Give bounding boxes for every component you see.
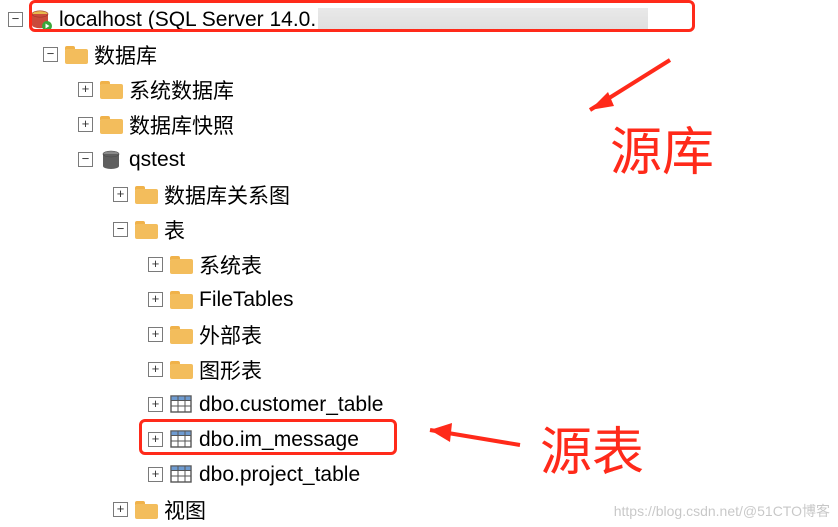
- node-label: 数据库: [94, 40, 157, 70]
- tree-node-sysdb[interactable]: 系统数据库: [0, 72, 838, 107]
- tree-node-qstest[interactable]: qstest: [0, 142, 838, 177]
- node-label: dbo.project_table: [199, 463, 360, 487]
- node-label: 数据库关系图: [164, 180, 290, 210]
- node-label: 系统数据库: [129, 75, 234, 105]
- table-icon: [169, 394, 193, 416]
- collapse-icon[interactable]: [113, 222, 128, 237]
- expand-icon[interactable]: [148, 327, 163, 342]
- expand-icon[interactable]: [148, 397, 163, 412]
- tree-node-table-customer[interactable]: dbo.customer_table: [0, 387, 838, 422]
- server-icon: [29, 9, 53, 31]
- database-icon: [99, 149, 123, 171]
- tree-node-databases[interactable]: 数据库: [0, 37, 838, 72]
- node-label: 数据库快照: [129, 110, 234, 140]
- redacted-text: [318, 8, 648, 32]
- expand-icon[interactable]: [113, 187, 128, 202]
- node-label: dbo.im_message: [199, 428, 359, 452]
- node-label: 系统表: [199, 250, 262, 280]
- tree-node-diagrams[interactable]: 数据库关系图: [0, 177, 838, 212]
- collapse-icon[interactable]: [78, 152, 93, 167]
- folder-icon: [134, 499, 158, 521]
- tree-node-table-project[interactable]: dbo.project_table: [0, 457, 838, 492]
- node-label: 视图: [164, 495, 206, 525]
- expand-icon[interactable]: [78, 117, 93, 132]
- watermark: https://blog.csdn.net/@51CTO博客: [614, 501, 830, 521]
- folder-icon: [134, 184, 158, 206]
- expand-icon[interactable]: [148, 432, 163, 447]
- expand-icon[interactable]: [78, 82, 93, 97]
- folder-icon: [169, 254, 193, 276]
- folder-icon: [99, 114, 123, 136]
- tree-node-graph[interactable]: 图形表: [0, 352, 838, 387]
- expand-icon[interactable]: [113, 502, 128, 517]
- folder-icon: [169, 359, 193, 381]
- table-icon: [169, 464, 193, 486]
- node-label: 外部表: [199, 320, 262, 350]
- folder-icon: [99, 79, 123, 101]
- node-label: 图形表: [199, 355, 262, 385]
- expand-icon[interactable]: [148, 467, 163, 482]
- node-label: qstest: [129, 148, 185, 172]
- table-icon: [169, 429, 193, 451]
- expand-icon[interactable]: [148, 292, 163, 307]
- folder-icon: [64, 44, 88, 66]
- tree-node-table-im-message[interactable]: dbo.im_message: [0, 422, 838, 457]
- tree-node-snapshot[interactable]: 数据库快照: [0, 107, 838, 142]
- tree-node-external[interactable]: 外部表: [0, 317, 838, 352]
- server-label: localhost (SQL Server 14.0.: [59, 8, 316, 32]
- object-explorer-tree: localhost (SQL Server 14.0. 数据库 系统数据库 数据…: [0, 0, 838, 527]
- expand-icon[interactable]: [148, 257, 163, 272]
- node-label: 表: [164, 215, 185, 245]
- tree-node-tables[interactable]: 表: [0, 212, 838, 247]
- folder-icon: [169, 324, 193, 346]
- tree-node-systables[interactable]: 系统表: [0, 247, 838, 282]
- node-label: dbo.customer_table: [199, 393, 383, 417]
- expand-icon[interactable]: [148, 362, 163, 377]
- collapse-icon[interactable]: [43, 47, 58, 62]
- folder-icon: [169, 289, 193, 311]
- collapse-icon[interactable]: [8, 12, 23, 27]
- folder-icon: [134, 219, 158, 241]
- tree-node-server[interactable]: localhost (SQL Server 14.0.: [0, 2, 838, 37]
- node-label: FileTables: [199, 288, 294, 312]
- tree-node-filetables[interactable]: FileTables: [0, 282, 838, 317]
